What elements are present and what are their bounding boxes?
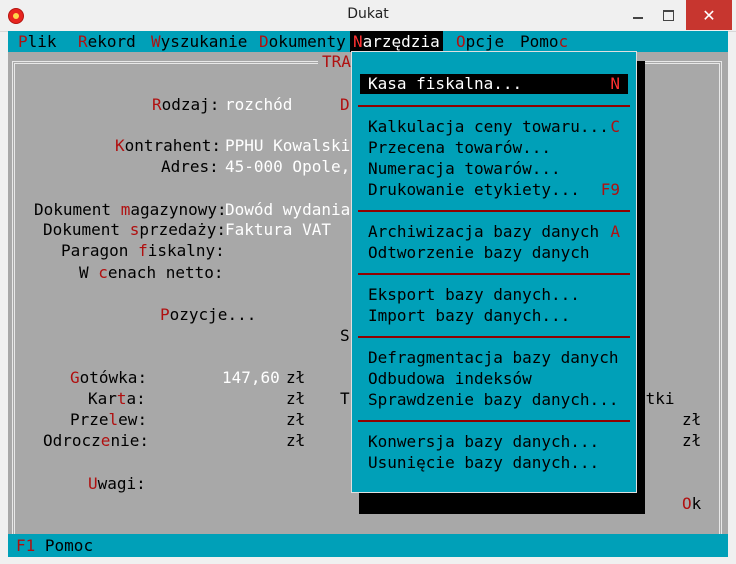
dropdown-separator bbox=[358, 105, 630, 107]
menu-opcje[interactable]: Opcje bbox=[453, 31, 507, 52]
przelew-label: Przelew: bbox=[70, 410, 148, 429]
minimize-icon[interactable] bbox=[624, 0, 652, 30]
frame-title: TRA bbox=[318, 52, 355, 71]
narzedzia-dropdown: Kasa fiskalna... N Kalkulacja ceny towaru… bbox=[351, 51, 637, 493]
kontrahent-value[interactable]: PPHU Kowalski bbox=[225, 136, 350, 156]
dropdown-shadow bbox=[359, 492, 645, 514]
ok-button[interactable]: Ok bbox=[682, 494, 701, 514]
menu-item-archiwizacja[interactable]: Archiwizacja bazy danych A bbox=[360, 222, 628, 242]
adres-label: Adres: bbox=[161, 157, 219, 176]
gotowka-amount[interactable]: 147,60 bbox=[222, 368, 280, 388]
right-currency-1: zł bbox=[682, 410, 702, 429]
pozycje-button[interactable]: Pozycje... bbox=[160, 305, 256, 325]
menu-item-numeracja[interactable]: Numeracja towarów... bbox=[360, 159, 628, 179]
menu-pomoc[interactable]: Pomoc bbox=[517, 31, 571, 52]
menu-narzedzia[interactable]: Narzędzia bbox=[350, 31, 443, 52]
kontrahent-label: Kontrahent: bbox=[115, 136, 221, 155]
rodzaj-value[interactable]: rozchód bbox=[225, 95, 292, 115]
s-label-fragment: S bbox=[340, 326, 350, 345]
close-icon[interactable]: ✕ bbox=[686, 0, 732, 30]
odroczenie-currency: zł bbox=[286, 431, 306, 450]
dropdown-separator bbox=[358, 336, 630, 338]
dropdown-separator bbox=[358, 420, 630, 422]
menu-item-odtworzenie[interactable]: Odtworzenie bazy danych bbox=[360, 243, 628, 263]
dropdown-shadow-right bbox=[637, 61, 645, 513]
paragon-fiskalny-label: Paragon fiskalny: bbox=[61, 241, 225, 260]
menu-item-import[interactable]: Import bazy danych... bbox=[360, 306, 628, 326]
t-label-fragment: T bbox=[340, 389, 350, 408]
dropdown-separator bbox=[358, 210, 630, 212]
console-area: Plik Rekord Wyszukanie Dokumenty Narzędz… bbox=[8, 31, 728, 557]
maximize-icon[interactable] bbox=[654, 0, 682, 30]
title-bar: Dukat ✕ bbox=[0, 0, 736, 32]
dokument-sprzedazy-value[interactable]: Faktura VAT bbox=[225, 220, 331, 240]
menu-item-usuniecie[interactable]: Usunięcie bazy danych... bbox=[360, 453, 628, 473]
adres-value[interactable]: 45-000 Opole, bbox=[225, 157, 350, 177]
karta-label: Karta: bbox=[88, 389, 146, 408]
przelew-currency: zł bbox=[286, 410, 306, 429]
gotowka-currency: zł bbox=[286, 368, 306, 387]
dokument-magazynowy-label: Dokument magazynowy: bbox=[34, 200, 227, 219]
menu-plik[interactable]: Plik bbox=[15, 31, 60, 52]
rodzaj-label: Rodzaj: bbox=[152, 95, 220, 114]
right-currency-2: zł bbox=[682, 431, 702, 450]
d-label-fragment: D bbox=[340, 95, 350, 114]
w-cenach-netto-label: W cenach netto: bbox=[79, 263, 224, 282]
menu-item-kasa-fiskalna[interactable]: Kasa fiskalna... N bbox=[360, 74, 628, 94]
menu-item-konwersja[interactable]: Konwersja bazy danych... bbox=[360, 432, 628, 452]
menu-wyszukanie[interactable]: Wyszukanie bbox=[148, 31, 250, 52]
dropdown-separator bbox=[358, 273, 630, 275]
uwagi-label: Uwagi: bbox=[88, 474, 146, 493]
menu-bar: Plik Rekord Wyszukanie Dokumenty Narzędz… bbox=[8, 31, 728, 52]
help-hint[interactable]: F1 Pomoc bbox=[16, 536, 93, 556]
menu-item-sprawdzenie[interactable]: Sprawdzenie bazy danych... bbox=[360, 390, 628, 410]
dokument-magazynowy-value[interactable]: Dowód wydania bbox=[225, 200, 350, 220]
menu-item-defragmentacja[interactable]: Defragmentacja bazy danych bbox=[360, 348, 628, 368]
menu-dokumenty[interactable]: Dokumenty bbox=[256, 31, 349, 52]
menu-item-kalkulacja[interactable]: Kalkulacja ceny towaru... C bbox=[360, 117, 628, 137]
menu-item-eksport[interactable]: Eksport bazy danych... bbox=[360, 285, 628, 305]
status-bar: F1 Pomoc bbox=[8, 534, 728, 557]
odroczenie-label: Odroczenie: bbox=[43, 431, 149, 450]
karta-currency: zł bbox=[286, 389, 306, 408]
menu-rekord[interactable]: Rekord bbox=[75, 31, 139, 52]
menu-item-drukowanie[interactable]: Drukowanie etykiety... F9 bbox=[360, 180, 628, 200]
gotowka-label: Gotówka: bbox=[70, 368, 148, 387]
menu-item-przecena[interactable]: Przecena towarów... bbox=[360, 138, 628, 158]
menu-item-odbudowa[interactable]: Odbudowa indeksów bbox=[360, 369, 628, 389]
dokument-sprzedazy-label: Dokument sprzedaży: bbox=[43, 220, 227, 239]
